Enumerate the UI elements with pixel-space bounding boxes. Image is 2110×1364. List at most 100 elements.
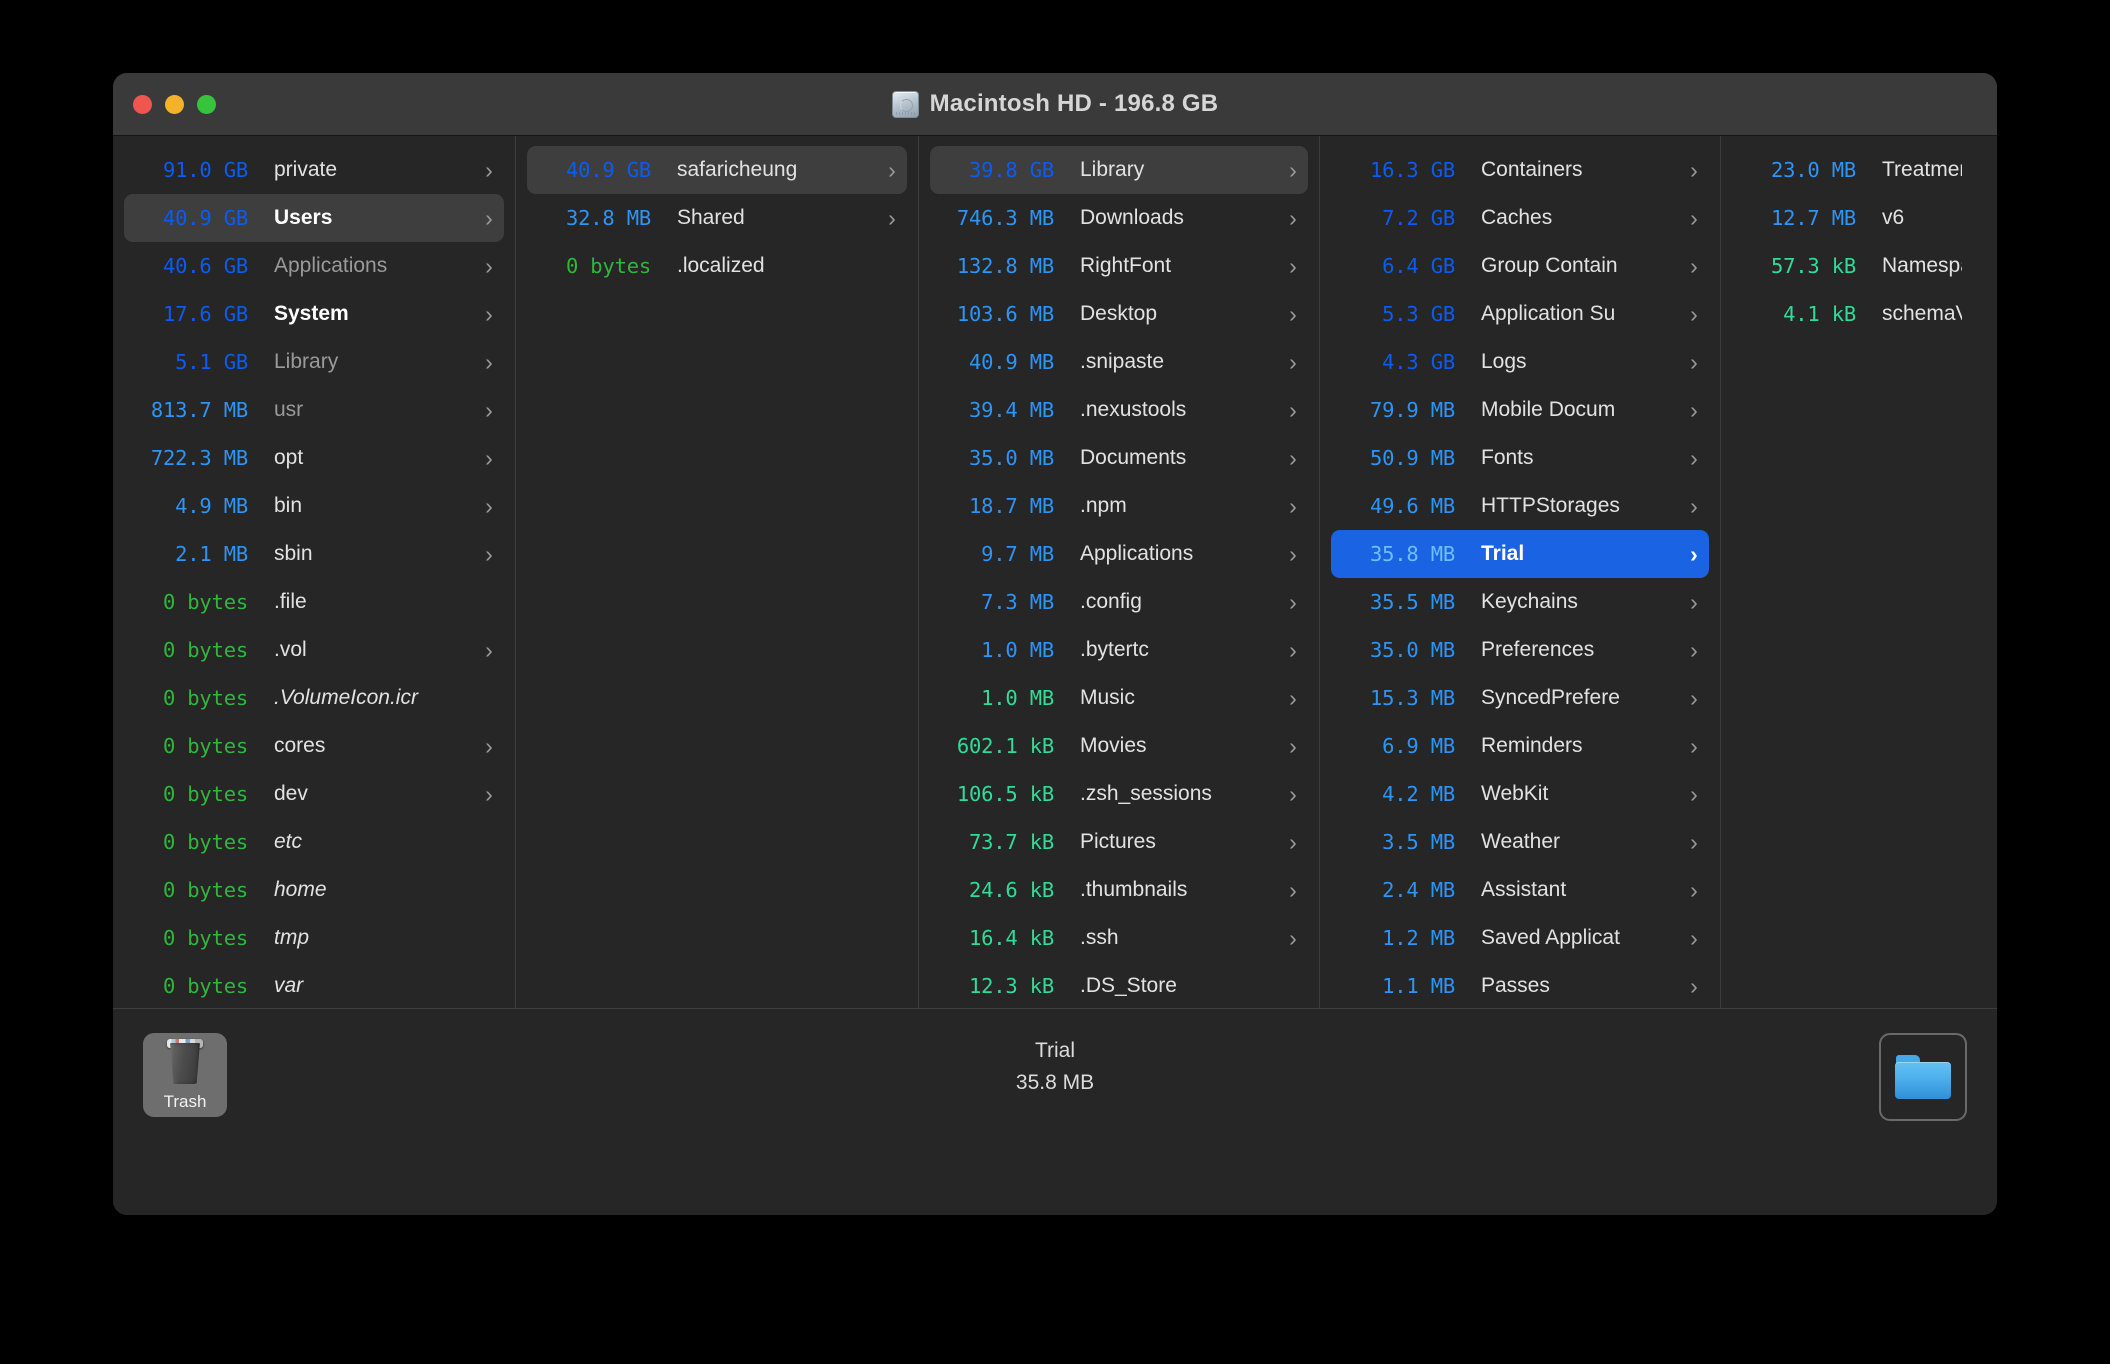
- file-row[interactable]: 0 bytestmp›: [124, 914, 504, 962]
- file-row[interactable]: 132.8 MBRightFont›: [930, 242, 1308, 290]
- file-row[interactable]: 39.8 GBLibrary›: [930, 146, 1308, 194]
- reveal-in-finder-button[interactable]: [1879, 1033, 1967, 1121]
- chevron-right-icon[interactable]: ›: [1681, 207, 1707, 230]
- file-row[interactable]: 2.4 MBAssistant›: [1331, 866, 1709, 914]
- file-row[interactable]: 40.9 GBUsers›: [124, 194, 504, 242]
- file-row[interactable]: 106.5 kB.zsh_sessions›: [930, 770, 1308, 818]
- file-row[interactable]: 4.9 MBbin›: [124, 482, 504, 530]
- chevron-right-icon[interactable]: ›: [1280, 639, 1306, 662]
- chevron-right-icon[interactable]: ›: [1280, 399, 1306, 422]
- file-row[interactable]: 4.1 kBschemaV›: [1732, 290, 1990, 338]
- chevron-right-icon[interactable]: ›: [1681, 879, 1707, 902]
- chevron-right-icon[interactable]: ›: [879, 207, 905, 230]
- file-row[interactable]: 0 bytesdev›: [124, 770, 504, 818]
- chevron-right-icon[interactable]: ›: [476, 735, 502, 758]
- chevron-right-icon[interactable]: ›: [1681, 975, 1707, 998]
- file-row[interactable]: 0 bytes.file›: [124, 578, 504, 626]
- chevron-right-icon[interactable]: ›: [1280, 687, 1306, 710]
- file-row[interactable]: 49.6 MBHTTPStorages›: [1331, 482, 1709, 530]
- file-row[interactable]: 39.4 MB.nexustools›: [930, 386, 1308, 434]
- file-row[interactable]: 103.6 MBDesktop›: [930, 290, 1308, 338]
- file-row[interactable]: 73.7 kBPictures›: [930, 818, 1308, 866]
- chevron-right-icon[interactable]: ›: [1280, 927, 1306, 950]
- chevron-right-icon[interactable]: ›: [1681, 783, 1707, 806]
- chevron-right-icon[interactable]: ›: [1681, 687, 1707, 710]
- chevron-right-icon[interactable]: ›: [1280, 783, 1306, 806]
- chevron-right-icon[interactable]: ›: [1681, 927, 1707, 950]
- file-row[interactable]: 0 byteshome›: [124, 866, 504, 914]
- close-button[interactable]: [133, 95, 152, 114]
- file-row[interactable]: 3.5 MBWeather›: [1331, 818, 1709, 866]
- chevron-right-icon[interactable]: ›: [879, 159, 905, 182]
- file-row[interactable]: 746.3 MBDownloads›: [930, 194, 1308, 242]
- chevron-right-icon[interactable]: ›: [1681, 543, 1707, 566]
- chevron-right-icon[interactable]: ›: [1280, 831, 1306, 854]
- chevron-right-icon[interactable]: ›: [476, 543, 502, 566]
- file-row[interactable]: 4.2 MBWebKit›: [1331, 770, 1709, 818]
- file-row[interactable]: 0 bytescores›: [124, 722, 504, 770]
- file-row[interactable]: 40.9 MB.snipaste›: [930, 338, 1308, 386]
- file-row[interactable]: 2.1 MBsbin›: [124, 530, 504, 578]
- chevron-right-icon[interactable]: ›: [1681, 591, 1707, 614]
- chevron-right-icon[interactable]: ›: [1681, 495, 1707, 518]
- file-row[interactable]: 5.3 GBApplication Su›: [1331, 290, 1709, 338]
- chevron-right-icon[interactable]: ›: [1681, 399, 1707, 422]
- file-row[interactable]: 1.2 MBSaved Applicat›: [1331, 914, 1709, 962]
- chevron-right-icon[interactable]: ›: [1280, 879, 1306, 902]
- chevron-right-icon[interactable]: ›: [1280, 591, 1306, 614]
- chevron-right-icon[interactable]: ›: [1280, 255, 1306, 278]
- file-row[interactable]: 18.7 MB.npm›: [930, 482, 1308, 530]
- file-row[interactable]: 35.8 MBTrial›: [1331, 530, 1709, 578]
- chevron-right-icon[interactable]: ›: [1681, 255, 1707, 278]
- chevron-right-icon[interactable]: ›: [1681, 447, 1707, 470]
- file-row[interactable]: 722.3 MBopt›: [124, 434, 504, 482]
- chevron-right-icon[interactable]: ›: [1280, 351, 1306, 374]
- file-row[interactable]: 7.2 GBCaches›: [1331, 194, 1709, 242]
- chevron-right-icon[interactable]: ›: [476, 207, 502, 230]
- chevron-right-icon[interactable]: ›: [476, 783, 502, 806]
- chevron-right-icon[interactable]: ›: [476, 351, 502, 374]
- chevron-right-icon[interactable]: ›: [476, 495, 502, 518]
- file-row[interactable]: 0 bytes.localized›: [527, 242, 907, 290]
- chevron-right-icon[interactable]: ›: [1280, 303, 1306, 326]
- file-row[interactable]: 4.3 GBLogs›: [1331, 338, 1709, 386]
- file-row[interactable]: 17.6 GBSystem›: [124, 290, 504, 338]
- file-row[interactable]: 16.3 GBContainers›: [1331, 146, 1709, 194]
- minimize-button[interactable]: [165, 95, 184, 114]
- file-row[interactable]: 35.0 MBPreferences›: [1331, 626, 1709, 674]
- chevron-right-icon[interactable]: ›: [1681, 639, 1707, 662]
- file-row[interactable]: 1.1 MBPasses›: [1331, 962, 1709, 1008]
- chevron-right-icon[interactable]: ›: [1280, 495, 1306, 518]
- file-row[interactable]: 35.5 MBKeychains›: [1331, 578, 1709, 626]
- file-row[interactable]: 32.8 MBShared›: [527, 194, 907, 242]
- file-row[interactable]: 813.7 MBusr›: [124, 386, 504, 434]
- file-row[interactable]: 24.6 kB.thumbnails›: [930, 866, 1308, 914]
- chevron-right-icon[interactable]: ›: [476, 303, 502, 326]
- file-row[interactable]: 6.4 GBGroup Contain›: [1331, 242, 1709, 290]
- chevron-right-icon[interactable]: ›: [1280, 159, 1306, 182]
- chevron-right-icon[interactable]: ›: [1681, 831, 1707, 854]
- file-row[interactable]: 40.6 GBApplications›: [124, 242, 504, 290]
- file-row[interactable]: 23.0 MBTreatmen›: [1732, 146, 1990, 194]
- file-row[interactable]: 40.9 GBsafaricheung›: [527, 146, 907, 194]
- chevron-right-icon[interactable]: ›: [476, 159, 502, 182]
- file-row[interactable]: 0 bytesetc›: [124, 818, 504, 866]
- file-row[interactable]: 0 bytes.vol›: [124, 626, 504, 674]
- file-row[interactable]: 5.1 GBLibrary›: [124, 338, 504, 386]
- file-row[interactable]: 12.7 MBv6›: [1732, 194, 1990, 242]
- file-row[interactable]: 16.4 kB.ssh›: [930, 914, 1308, 962]
- file-row[interactable]: 7.3 MB.config›: [930, 578, 1308, 626]
- file-row[interactable]: 12.3 kB.DS_Store›: [930, 962, 1308, 1008]
- chevron-right-icon[interactable]: ›: [476, 639, 502, 662]
- chevron-right-icon[interactable]: ›: [1681, 159, 1707, 182]
- file-row[interactable]: 1.0 MB.bytertc›: [930, 626, 1308, 674]
- chevron-right-icon[interactable]: ›: [1280, 207, 1306, 230]
- chevron-right-icon[interactable]: ›: [1280, 543, 1306, 566]
- file-row[interactable]: 35.0 MBDocuments›: [930, 434, 1308, 482]
- file-row[interactable]: 57.3 kBNamespa›: [1732, 242, 1990, 290]
- file-row[interactable]: 79.9 MBMobile Docum›: [1331, 386, 1709, 434]
- chevron-right-icon[interactable]: ›: [1681, 735, 1707, 758]
- zoom-button[interactable]: [197, 95, 216, 114]
- chevron-right-icon[interactable]: ›: [1681, 351, 1707, 374]
- file-row[interactable]: 6.9 MBReminders›: [1331, 722, 1709, 770]
